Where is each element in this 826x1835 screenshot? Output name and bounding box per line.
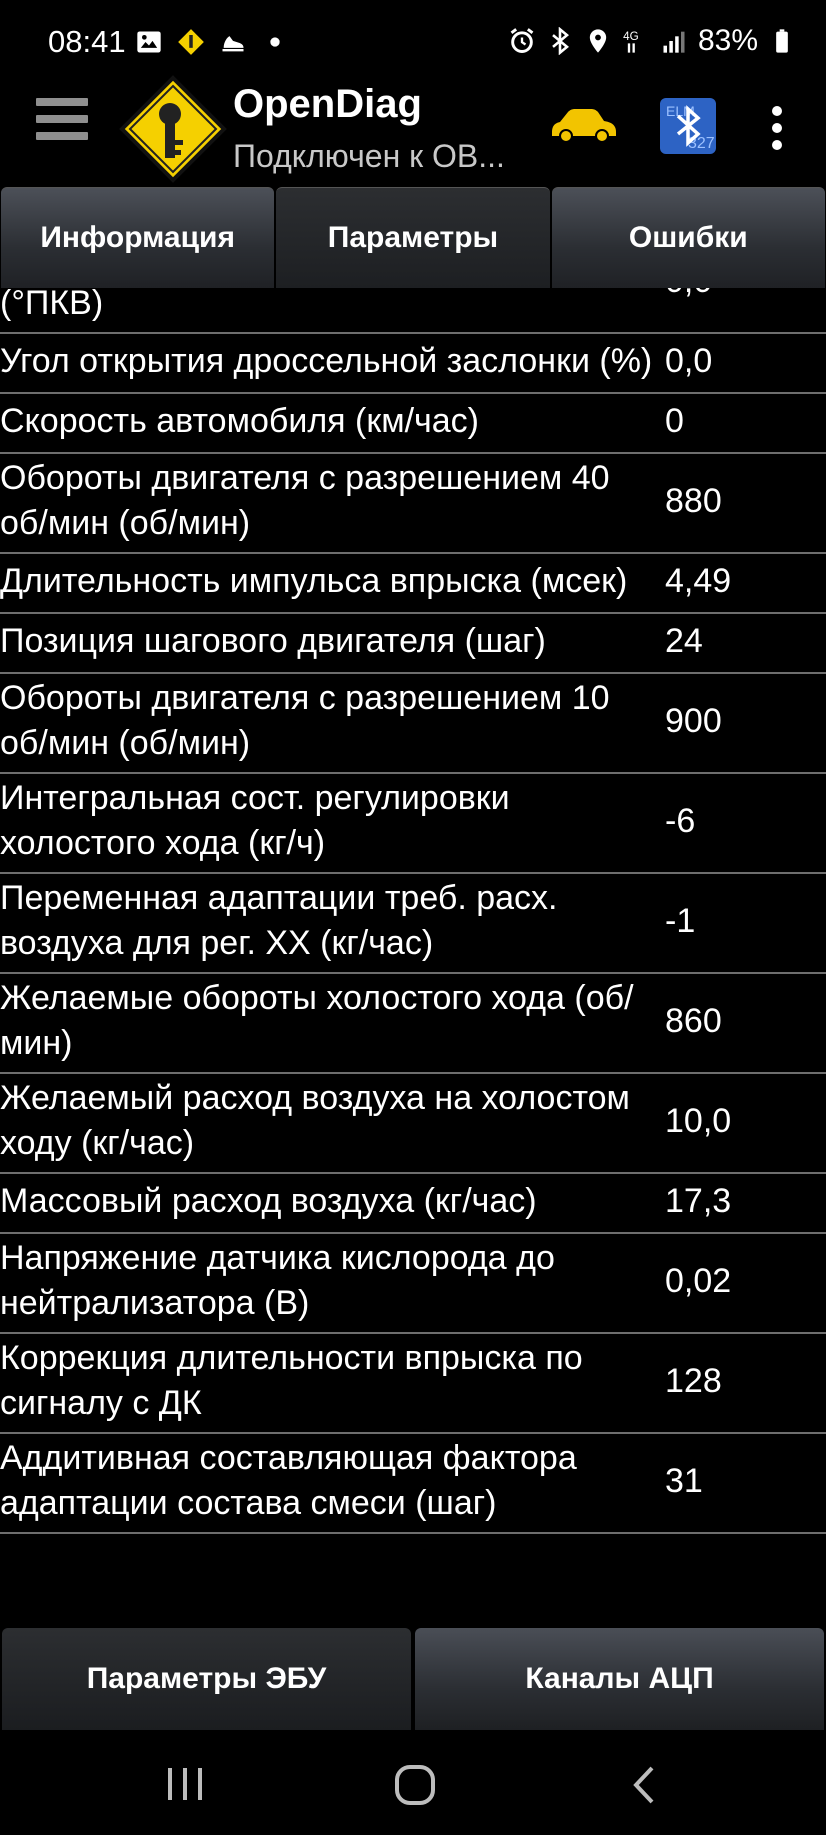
list-item: Желаемый расход воздуха на холостом ходу… <box>0 1074 826 1174</box>
param-name: Величина отскока УОЗ при детонации (°ПКВ… <box>0 288 104 322</box>
bluetooth-status-icon <box>552 27 569 55</box>
app-title: OpenDiag <box>233 82 422 126</box>
param-name: Скорость автомобиля (км/час) <box>0 401 480 440</box>
list-item: Переменная адаптации треб. расх. воздуха… <box>0 874 826 974</box>
bottom-tabs: Параметры ЭБУ Каналы АЦП <box>0 1628 826 1730</box>
opendiag-logo <box>119 75 227 183</box>
tab-errors[interactable]: Ошибки <box>551 187 825 288</box>
param-value: 0 <box>665 401 684 440</box>
param-value: 10,0 <box>665 1101 732 1140</box>
tab-info[interactable]: Информация <box>1 187 275 288</box>
app-bar: OpenDiag Подключен к OB... ELM 327 <box>0 70 826 188</box>
param-value: -6 <box>665 801 696 840</box>
list-item: Массовый расход воздуха (кг/час) 17,3 <box>0 1174 826 1234</box>
list-item: Обороты двигателя с разрешением 10 об/ми… <box>0 674 826 774</box>
alarm-icon <box>510 28 534 53</box>
list-item: Интегральная сост. регулировки холостого… <box>0 774 826 874</box>
shoe-icon <box>222 36 244 52</box>
system-nav-bar <box>0 1730 826 1835</box>
param-name: Позиция шагового двигателя (шаг) <box>0 621 546 660</box>
param-value: 31 <box>665 1461 703 1500</box>
param-value: 17,3 <box>665 1181 732 1220</box>
param-name: Обороты двигателя с разрешением 10 об/ми… <box>0 679 610 762</box>
bluetooth-elm-icon[interactable]: ELM 327 <box>658 96 718 156</box>
dot-icon <box>270 37 280 47</box>
param-name: Массовый расход воздуха (кг/час) <box>0 1181 537 1220</box>
param-value: 0,02 <box>665 1261 732 1300</box>
overflow-menu-icon[interactable] <box>770 106 784 152</box>
system-icons: 4G 83% <box>508 24 796 58</box>
list-item: Длительность импульса впрыска (мсек) 4,4… <box>0 554 826 614</box>
list-item: Обороты двигателя с разрешением 40 об/ми… <box>0 454 826 554</box>
list-item: Величина отскока УОЗ при детонации (°ПКВ… <box>0 288 826 334</box>
notification-icons <box>135 28 289 56</box>
list-item: Позиция шагового двигателя (шаг) 24 <box>0 614 826 674</box>
parameter-list[interactable]: Величина отскока УОЗ при детонации (°ПКВ… <box>0 288 826 1628</box>
param-name: Коррекция длительности впрыска по сигнал… <box>0 1339 583 1422</box>
app-notification-icon <box>178 29 204 55</box>
list-item: Коррекция длительности впрыска по сигнал… <box>0 1334 826 1434</box>
car-icon[interactable] <box>548 104 620 144</box>
param-name: Длительность импульса впрыска (мсек) <box>0 561 628 600</box>
param-name: Желаемые обороты холостого хода (об/мин) <box>0 979 634 1062</box>
clock: 08:41 <box>48 24 126 59</box>
param-value: 860 <box>665 1001 722 1040</box>
param-value: 128 <box>665 1361 722 1400</box>
param-name: Интегральная сост. регулировки холостого… <box>0 779 510 862</box>
svg-text:4G: 4G <box>623 30 639 43</box>
param-name: Желаемый расход воздуха на холостом ходу… <box>0 1079 630 1162</box>
connection-status: Подключен к OB... <box>233 138 505 174</box>
param-value: 0,0 <box>655 288 826 304</box>
back-icon[interactable] <box>620 1760 670 1810</box>
list-item: Скорость автомобиля (км/час) 0 <box>0 394 826 454</box>
battery-percent: 83% <box>697 24 758 57</box>
menu-icon[interactable] <box>36 98 88 150</box>
location-icon <box>589 29 607 53</box>
4g-icon: 4G <box>623 30 639 53</box>
recent-apps-icon[interactable] <box>160 1760 210 1810</box>
top-tabs: Информация Параметры Ошибки <box>0 187 826 288</box>
list-item: Аддитивная составляющая фактора адаптаци… <box>0 1434 826 1534</box>
tab-ecu-params[interactable]: Параметры ЭБУ <box>2 1628 411 1730</box>
list-item: Желаемые обороты холостого хода (об/мин)… <box>0 974 826 1074</box>
param-value: -1 <box>665 901 696 940</box>
param-value: 4,49 <box>665 561 732 600</box>
param-name: Переменная адаптации треб. расх. воздуха… <box>0 879 558 962</box>
home-icon[interactable] <box>390 1760 440 1810</box>
param-name: Угол открытия дроссельной заслонки (%) <box>0 341 653 380</box>
param-value: 880 <box>665 481 722 520</box>
battery-icon <box>776 29 788 53</box>
param-name: Напряжение датчика кислорода до нейтрали… <box>0 1239 555 1322</box>
list-item: Угол открытия дроссельной заслонки (%) 0… <box>0 334 826 394</box>
param-value: 900 <box>665 701 722 740</box>
list-item: Напряжение датчика кислорода до нейтрали… <box>0 1234 826 1334</box>
signal-icon <box>663 31 685 53</box>
tab-adc-channels[interactable]: Каналы АЦП <box>415 1628 824 1730</box>
param-value: 24 <box>665 621 703 660</box>
param-name: Обороты двигателя с разрешением 40 об/ми… <box>0 459 610 542</box>
param-name: Аддитивная составляющая фактора адаптаци… <box>0 1439 577 1522</box>
gallery-icon <box>137 31 161 53</box>
tab-params[interactable]: Параметры <box>276 187 550 288</box>
param-value: 0,0 <box>665 341 713 380</box>
